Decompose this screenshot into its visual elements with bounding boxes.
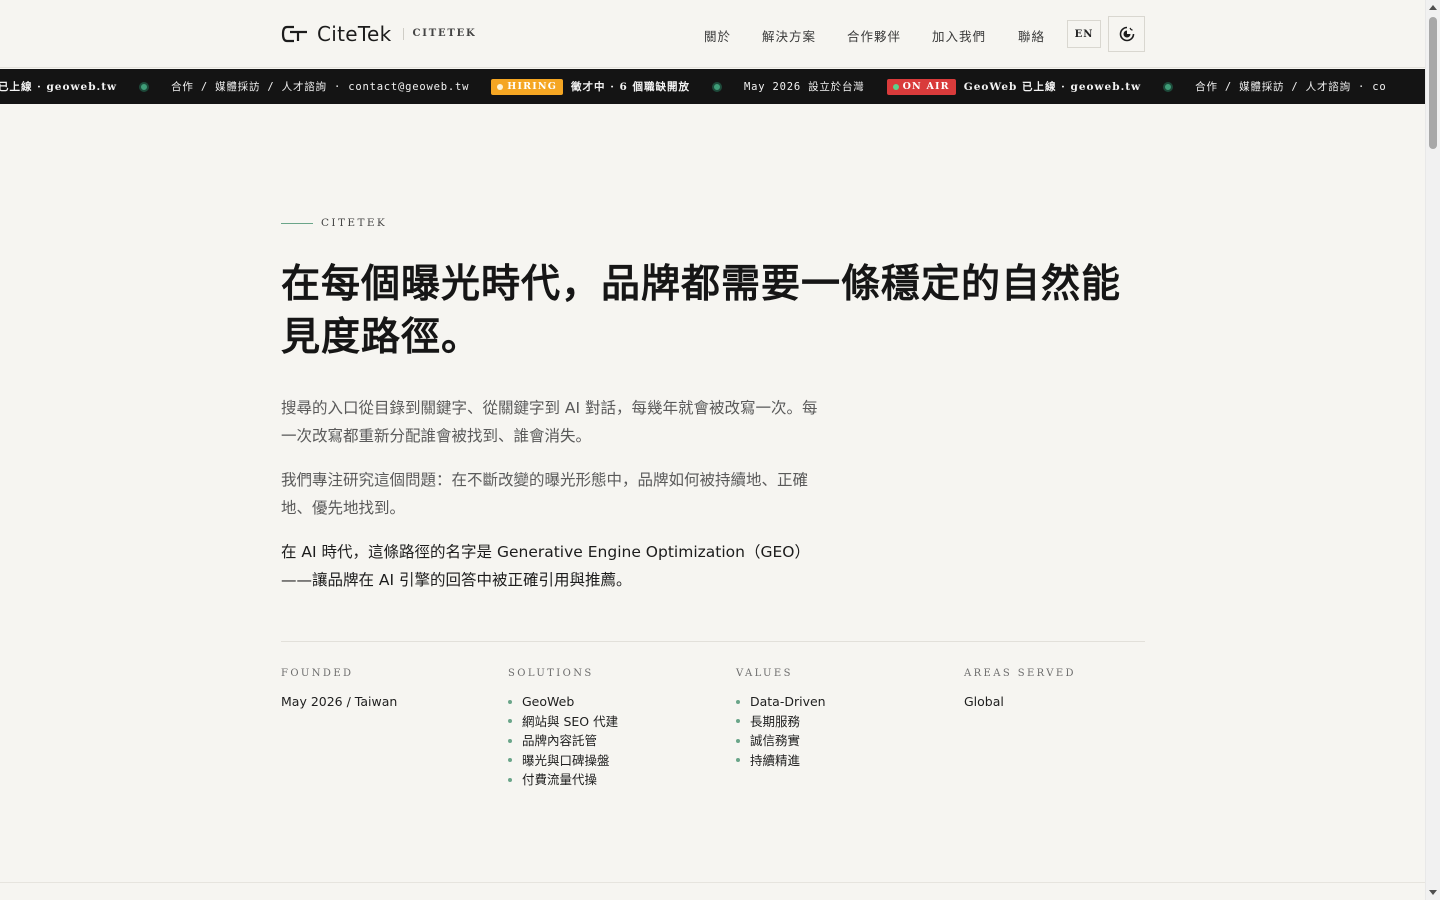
- main-nav: 關於 解決方案 合作夥伴 加入我們 聯絡 EN: [0, 16, 1425, 52]
- list-item: Data-Driven: [736, 692, 946, 712]
- list-item: 品牌內容託管: [508, 731, 718, 751]
- nav-partners[interactable]: 合作夥伴: [847, 26, 901, 45]
- bullet-icon: [508, 719, 512, 724]
- nav-solutions[interactable]: 解決方案: [762, 26, 816, 45]
- ticker-separator-dot: [711, 81, 722, 92]
- nav-join-us[interactable]: 加入我們: [932, 26, 986, 45]
- value-label: 持續精進: [750, 752, 801, 768]
- solutions-list: GeoWeb 網站與 SEO 代建 品牌內容託管 曝光與口碑操盤 付費流量代操: [508, 692, 718, 790]
- on-air-badge: ON AIR: [886, 78, 956, 95]
- value-label: 誠信務實: [750, 733, 801, 748]
- fact-label: FOUNDED: [281, 668, 354, 679]
- hiring-badge: HIRING: [491, 78, 564, 95]
- ticker-item-contact-repeat: 合作 / 媒體採訪 / 人才諮詢 · co: [1195, 81, 1387, 93]
- bullet-icon: [736, 719, 740, 724]
- value-label: 長期服務: [750, 713, 801, 729]
- list-item: 曝光與口碑操盤: [508, 751, 718, 771]
- eyebrow-label: CITETEK: [321, 217, 388, 229]
- bullet-icon: [736, 738, 740, 743]
- list-item: 付費流量代操: [508, 770, 718, 790]
- hero-paragraph-3: 在 AI 時代，這條路徑的名字是 Generative Engine Optim…: [281, 543, 810, 589]
- section-eyebrow: CITETEK: [281, 217, 387, 229]
- value-label: Data-Driven: [750, 694, 826, 709]
- nav-about[interactable]: 關於: [704, 26, 731, 45]
- theme-toggle-button[interactable]: [1108, 16, 1145, 52]
- scrollbar-thumb[interactable]: [1429, 17, 1437, 149]
- ticker-item-launch-tail: 已上線 · geoweb.tw: [0, 81, 118, 93]
- fact-areas-served: AREAS SERVED Global: [964, 668, 1174, 711]
- fact-label: SOLUTIONS: [508, 668, 594, 679]
- eyebrow-rule: [281, 222, 313, 224]
- theme-toggle-icon: [1119, 26, 1134, 42]
- list-item: 網站與 SEO 代建: [508, 712, 718, 732]
- fact-solutions: SOLUTIONS GeoWeb 網站與 SEO 代建 品牌內容託管 曝光與口碑…: [508, 668, 718, 790]
- bullet-icon: [508, 738, 512, 743]
- bullet-icon: [508, 777, 512, 782]
- scroll-down-arrow-icon[interactable]: [1429, 890, 1437, 895]
- fact-founded: FOUNDED May 2026 / Taiwan: [281, 668, 491, 711]
- ticker-item-founded: May 2026 設立於台灣: [743, 81, 865, 93]
- hiring-badge-label: HIRING: [507, 81, 558, 92]
- ticker-item-contact: 合作 / 媒體採訪 / 人才諮詢 · contact@geoweb.tw: [171, 81, 470, 93]
- ticker-track: 已上線 · geoweb.tw 合作 / 媒體採訪 / 人才諮詢 · conta…: [0, 69, 1408, 104]
- company-facts: FOUNDED May 2026 / Taiwan SOLUTIONS GeoW…: [281, 668, 1151, 798]
- fact-value: Global: [964, 694, 1004, 709]
- fact-label: VALUES: [736, 668, 793, 679]
- ticker-separator-dot: [1163, 81, 1174, 92]
- bullet-icon: [508, 758, 512, 763]
- fact-value: May 2026 / Taiwan: [281, 694, 398, 709]
- fact-label: AREAS SERVED: [964, 668, 1076, 679]
- scroll-up-arrow-icon[interactable]: [1429, 5, 1437, 10]
- bullet-icon: [736, 758, 740, 763]
- page: CiteTek CITETEK 關於 解決方案 合作夥伴 加入我們 聯絡 EN …: [0, 0, 1425, 900]
- solution-label: 付費流量代操: [522, 772, 598, 787]
- nav-contact[interactable]: 聯絡: [1018, 26, 1045, 45]
- fact-values: VALUES Data-Driven 長期服務 誠信務實 持續精進: [736, 668, 946, 770]
- hero-paragraph-2: 我們專注研究這個問題：在不斷改變的曝光形態中，品牌如何被持續地、正確地、優先地找…: [281, 471, 809, 517]
- section-divider: [281, 641, 1145, 642]
- ticker-item-launch: GeoWeb 已上線 · geoweb.tw: [963, 81, 1142, 93]
- list-item: 誠信務實: [736, 731, 946, 751]
- on-air-badge-dot: [892, 83, 899, 90]
- site-header: CiteTek CITETEK 關於 解決方案 合作夥伴 加入我們 聯絡 EN: [0, 0, 1425, 68]
- section-bottom-rule: [0, 882, 1425, 883]
- language-toggle-button[interactable]: EN: [1067, 20, 1101, 48]
- bullet-icon: [508, 699, 512, 704]
- bullet-icon: [736, 699, 740, 704]
- solution-label: 曝光與口碑操盤: [522, 752, 610, 768]
- hiring-badge-dot: [497, 83, 504, 90]
- hero-paragraph-1: 搜尋的入口從目錄到關鍵字、從關鍵字到 AI 對話，每幾年就會被改寫一次。每一次改…: [281, 399, 818, 445]
- ticker-separator-dot: [139, 81, 150, 92]
- list-item: 長期服務: [736, 712, 946, 732]
- values-list: Data-Driven 長期服務 誠信務實 持續精進: [736, 692, 946, 770]
- solution-label: 品牌內容託管: [522, 733, 598, 748]
- page-scrollbar[interactable]: [1425, 0, 1440, 900]
- list-item: GeoWeb: [508, 692, 718, 712]
- hero-headline: 在每個曝光時代，品牌都需要一條穩定的自然能見度路徑。: [281, 262, 1122, 360]
- solution-label: GeoWeb: [522, 694, 575, 709]
- solution-label: 網站與 SEO 代建: [522, 713, 619, 729]
- announcement-ticker: 已上線 · geoweb.tw 合作 / 媒體採訪 / 人才諮詢 · conta…: [0, 69, 1425, 104]
- list-item: 持續精進: [736, 751, 946, 771]
- ticker-item-hiring: 徵才中 · 6 個職缺開放: [571, 81, 690, 93]
- on-air-badge-label: ON AIR: [902, 81, 950, 92]
